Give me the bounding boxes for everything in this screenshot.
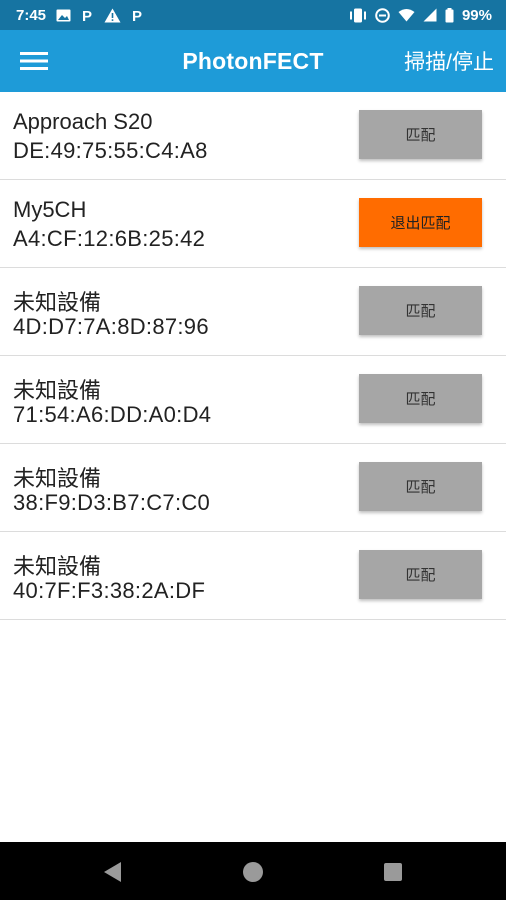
device-mac-address: A4:CF:12:6B:25:42: [13, 226, 206, 251]
pair-button[interactable]: 匹配: [359, 286, 482, 335]
pair-button[interactable]: 匹配: [359, 462, 482, 511]
do-not-disturb-icon: [375, 7, 390, 23]
parking-icon: P: [81, 8, 94, 23]
device-row: 未知設備 40:7F:F3:38:2A:DF 匹配: [0, 532, 506, 620]
device-row: My5CH A4:CF:12:6B:25:42 退出匹配: [0, 180, 506, 268]
device-mac-address: 40:7F:F3:38:2A:DF: [13, 578, 206, 603]
svg-text:P: P: [132, 8, 142, 23]
pair-button[interactable]: 匹配: [359, 110, 482, 159]
device-row: Approach S20 DE:49:75:55:C4:A8 匹配: [0, 92, 506, 180]
device-name: 未知設備: [13, 378, 102, 403]
svg-text:P: P: [82, 8, 92, 23]
pair-button[interactable]: 匹配: [359, 550, 482, 599]
device-mac-address: 71:54:A6:DD:A0:D4: [13, 402, 212, 427]
device-list: Approach S20 DE:49:75:55:C4:A8 匹配 My5CH …: [0, 92, 506, 620]
device-row: 未知設備 38:F9:D3:B7:C7:C0 匹配: [0, 444, 506, 532]
app-bar: PhotonFECT 掃描/停止: [0, 30, 506, 92]
status-left: 7:45 P P: [16, 7, 144, 24]
device-name: Approach S20: [13, 109, 153, 134]
home-icon[interactable]: [239, 858, 267, 886]
warning-icon: [104, 8, 121, 23]
device-name: 未知設備: [13, 466, 102, 491]
vibrate-icon: [349, 8, 367, 23]
battery-icon: [445, 7, 454, 23]
unpair-button[interactable]: 退出匹配: [359, 198, 482, 247]
battery-percent: 99%: [461, 6, 492, 24]
hamburger-menu-icon[interactable]: [14, 44, 54, 78]
device-mac-address: 4D:D7:7A:8D:87:96: [13, 314, 209, 339]
device-row: 未知設備 71:54:A6:DD:A0:D4 匹配: [0, 356, 506, 444]
status-right: 99%: [349, 7, 492, 24]
image-icon: [56, 9, 71, 22]
signal-icon: [423, 8, 437, 22]
device-name: 未知設備: [13, 290, 102, 315]
parking-icon: P: [131, 8, 144, 23]
recents-icon[interactable]: [379, 858, 407, 886]
device-name: 未知設備: [13, 554, 102, 579]
wifi-icon: [398, 8, 415, 22]
scan-stop-button[interactable]: 掃描/停止: [404, 46, 494, 76]
status-bar: 7:45 P P 99%: [0, 0, 506, 30]
device-mac-address: 38:F9:D3:B7:C7:C0: [13, 490, 211, 515]
device-mac-address: DE:49:75:55:C4:A8: [13, 138, 208, 163]
device-name: My5CH: [13, 197, 87, 222]
pair-button[interactable]: 匹配: [359, 374, 482, 423]
back-icon[interactable]: [98, 858, 126, 886]
status-time: 7:45: [16, 6, 47, 24]
navigation-bar: [0, 842, 506, 900]
device-row: 未知設備 4D:D7:7A:8D:87:96 匹配: [0, 268, 506, 356]
